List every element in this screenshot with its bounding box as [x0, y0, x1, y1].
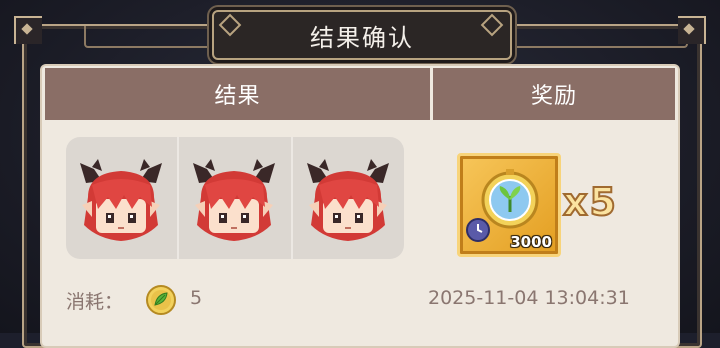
reward-header-label: 奖励 — [530, 84, 577, 109]
character-avatar-icon — [193, 159, 276, 241]
result-characters — [66, 137, 404, 259]
corner-diamond-icon — [21, 23, 33, 35]
character-avatar-icon — [80, 159, 162, 241]
timestamp: 2025-11-04 13:04:31 — [428, 287, 630, 309]
character-avatar-icon — [306, 159, 389, 241]
reward-item[interactable]: 3000 — [457, 153, 561, 257]
result-header-label: 结果 — [214, 84, 261, 109]
character-slot[interactable] — [293, 137, 404, 259]
character-slot[interactable] — [66, 137, 180, 259]
reward-multiplier: x5 — [562, 179, 618, 225]
cost-value: 5 — [190, 287, 203, 309]
cost-label: 消耗： — [66, 291, 124, 313]
reward-quantity-badge: 3000 — [510, 233, 552, 251]
corner-diamond-icon — [683, 23, 695, 35]
green-leaf-coin-icon — [146, 285, 176, 315]
dialog-title-text: 结果确认 — [310, 23, 414, 52]
reward-column-header: 奖励 — [433, 68, 675, 120]
frame-corner-ornament — [14, 16, 42, 44]
result-column-header: 结果 — [45, 68, 430, 120]
character-slot[interactable] — [179, 137, 293, 259]
dialog-title: 结果确认 — [212, 10, 512, 60]
frame-corner-ornament — [678, 16, 706, 44]
